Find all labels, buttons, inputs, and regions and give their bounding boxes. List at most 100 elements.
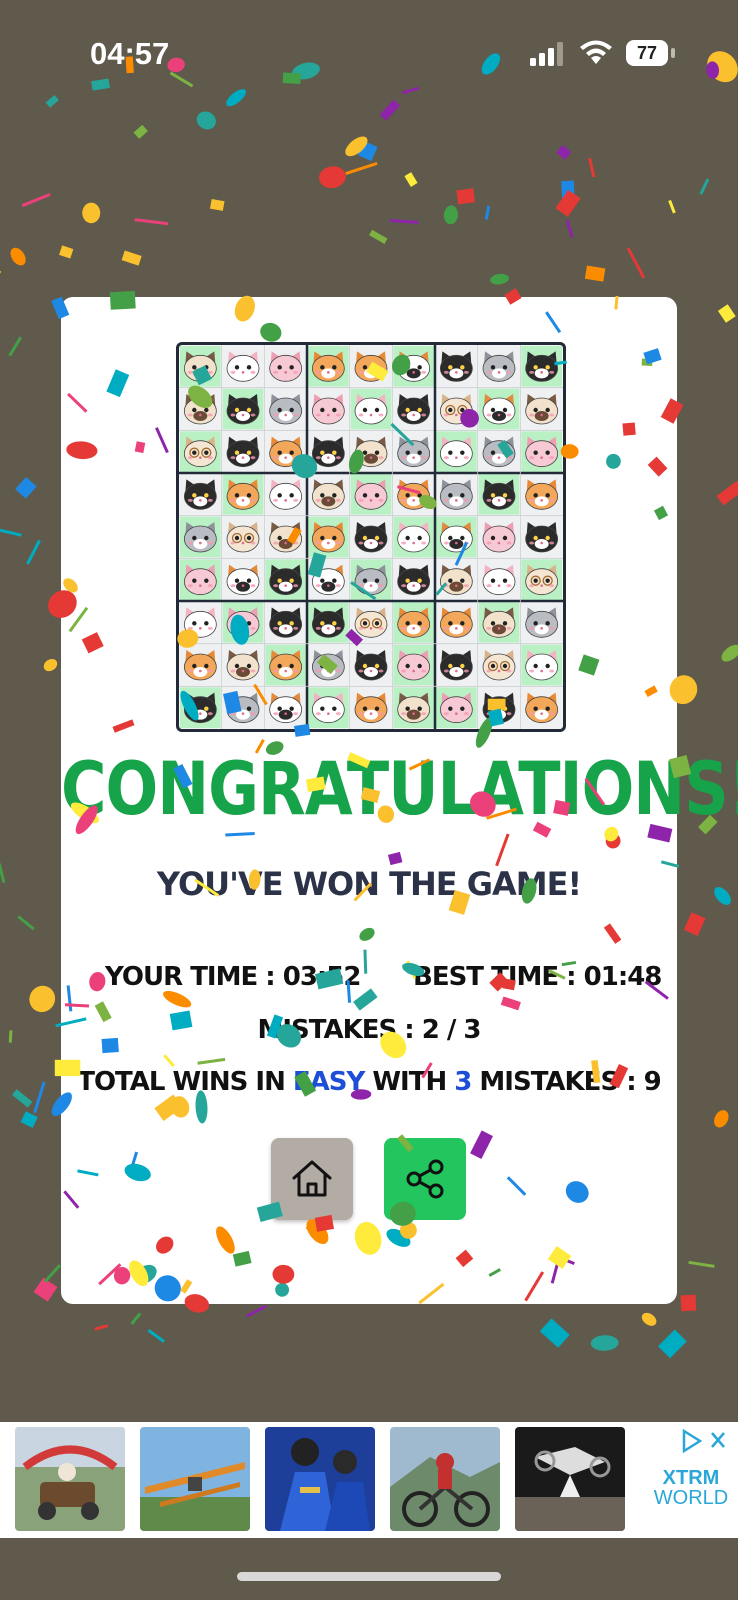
ad-thumb-biplane[interactable] xyxy=(140,1427,250,1531)
cat-cell[interactable] xyxy=(308,559,349,600)
cat-cell[interactable] xyxy=(436,346,477,387)
cat-cell[interactable] xyxy=(308,687,349,728)
ad-thumb-motocross-riders[interactable] xyxy=(265,1427,375,1531)
cat-cell[interactable] xyxy=(180,644,221,686)
cat-cell[interactable] xyxy=(478,474,520,515)
cat-cell[interactable] xyxy=(521,431,562,472)
cat-cell[interactable] xyxy=(308,474,349,515)
cat-cell[interactable] xyxy=(436,687,477,728)
cat-cell[interactable] xyxy=(180,388,221,430)
cat-cell[interactable] xyxy=(521,687,562,728)
cat-cell[interactable] xyxy=(478,602,520,643)
cat-cell[interactable] xyxy=(393,388,434,430)
cat-cell[interactable] xyxy=(436,474,477,515)
cat-cell[interactable] xyxy=(350,431,392,472)
cat-cell[interactable] xyxy=(393,602,434,643)
cat-cell[interactable] xyxy=(393,559,434,600)
confetti-piece xyxy=(29,985,56,1013)
cat-cell[interactable] xyxy=(265,431,306,472)
cat-cell[interactable] xyxy=(350,388,392,430)
cat-cell[interactable] xyxy=(308,602,349,643)
cat-cell[interactable] xyxy=(478,559,520,600)
cat-cell[interactable] xyxy=(436,559,477,600)
cat-cell[interactable] xyxy=(393,346,434,387)
ad-thumb-race-cart[interactable] xyxy=(15,1427,125,1531)
confetti-piece xyxy=(43,658,58,672)
cat-cell[interactable] xyxy=(265,474,306,515)
ad-thumb-moto-jump[interactable] xyxy=(515,1427,625,1531)
cat-cell[interactable] xyxy=(222,644,264,686)
cat-cell[interactable] xyxy=(308,431,349,472)
confetti-piece xyxy=(717,304,736,323)
cat-cell[interactable] xyxy=(265,602,306,643)
cat-cell[interactable] xyxy=(393,474,434,515)
ad-thumb-mountain-bike[interactable] xyxy=(390,1427,500,1531)
cat-cell[interactable] xyxy=(521,346,562,387)
cat-cell[interactable] xyxy=(393,431,434,472)
cat-cell[interactable] xyxy=(265,559,306,600)
cat-cell[interactable] xyxy=(180,431,221,472)
cat-cell[interactable] xyxy=(436,644,477,686)
cat-cell[interactable] xyxy=(265,516,306,558)
share-button[interactable] xyxy=(384,1138,466,1220)
cat-cell[interactable] xyxy=(478,516,520,558)
cat-cell[interactable] xyxy=(308,346,349,387)
cat-cell[interactable] xyxy=(393,644,434,686)
cat-cell[interactable] xyxy=(436,602,477,643)
confetti-piece xyxy=(658,1329,687,1359)
cat-cell[interactable] xyxy=(222,431,264,472)
home-button[interactable] xyxy=(271,1138,353,1220)
total-wins: TOTAL WINS IN EASY WITH 3 MISTAKES : 9 xyxy=(61,1067,677,1097)
cat-cell[interactable] xyxy=(521,516,562,558)
cellular-signal-icon xyxy=(530,42,563,66)
cat-cell[interactable] xyxy=(265,644,306,686)
cat-cell[interactable] xyxy=(308,516,349,558)
home-indicator[interactable] xyxy=(237,1572,501,1581)
cat-cell[interactable] xyxy=(222,516,264,558)
cat-cell[interactable] xyxy=(350,346,392,387)
cat-cell[interactable] xyxy=(222,388,264,430)
cat-cell[interactable] xyxy=(436,431,477,472)
cat-cell[interactable] xyxy=(222,346,264,387)
cat-cell[interactable] xyxy=(350,516,392,558)
cat-cell[interactable] xyxy=(521,474,562,515)
cat-cell[interactable] xyxy=(521,644,562,686)
confetti-piece xyxy=(699,178,710,195)
cat-cell[interactable] xyxy=(308,388,349,430)
cat-cell[interactable] xyxy=(521,602,562,643)
cat-cell[interactable] xyxy=(350,644,392,686)
cat-cell[interactable] xyxy=(180,346,221,387)
ad-logo[interactable]: XTRM WORLD xyxy=(650,1468,732,1508)
cat-cell[interactable] xyxy=(180,559,221,600)
cat-cell[interactable] xyxy=(222,602,264,643)
confetti-piece xyxy=(318,166,346,189)
cat-cell[interactable] xyxy=(180,687,221,728)
cat-cell[interactable] xyxy=(478,644,520,686)
cat-cell[interactable] xyxy=(180,602,221,643)
cat-cell[interactable] xyxy=(350,687,392,728)
cat-cell[interactable] xyxy=(265,388,306,430)
cat-cell[interactable] xyxy=(436,516,477,558)
cat-cell[interactable] xyxy=(222,559,264,600)
cat-cell[interactable] xyxy=(350,602,392,643)
cat-cell[interactable] xyxy=(393,516,434,558)
cat-cell[interactable] xyxy=(478,431,520,472)
cat-cell[interactable] xyxy=(478,346,520,387)
cat-cell[interactable] xyxy=(180,474,221,515)
cat-cell[interactable] xyxy=(265,687,306,728)
cat-cell[interactable] xyxy=(350,474,392,515)
cat-cell[interactable] xyxy=(265,346,306,387)
cat-cell[interactable] xyxy=(222,474,264,515)
cat-cell[interactable] xyxy=(222,687,264,728)
cat-cell[interactable] xyxy=(393,687,434,728)
ad-banner[interactable]: XTRM WORLD xyxy=(0,1422,738,1538)
cat-cell[interactable] xyxy=(521,388,562,430)
cat-cell[interactable] xyxy=(436,388,477,430)
cat-cell[interactable] xyxy=(308,644,349,686)
cat-cell[interactable] xyxy=(521,559,562,600)
cat-cell[interactable] xyxy=(478,687,520,728)
ad-choices-icon[interactable] xyxy=(680,1428,732,1454)
cat-cell[interactable] xyxy=(478,388,520,430)
cat-cell[interactable] xyxy=(180,516,221,558)
cat-cell[interactable] xyxy=(350,559,392,600)
